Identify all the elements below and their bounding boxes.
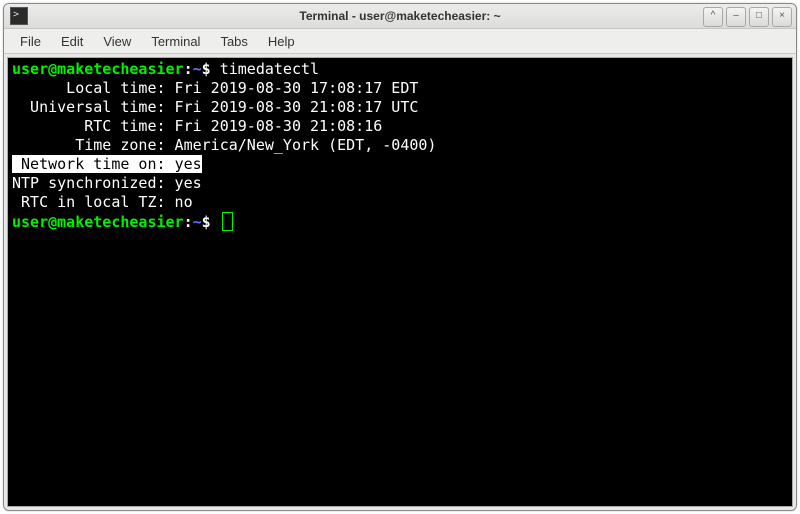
roll-up-button[interactable]: ^	[703, 7, 723, 27]
cursor	[222, 212, 233, 231]
prompt-userhost: user@maketecheasier	[12, 60, 184, 78]
terminal-window: Terminal - user@maketecheasier: ~ ^ – □ …	[3, 3, 797, 511]
window-controls: ^ – □ ×	[703, 7, 792, 27]
maximize-button[interactable]: □	[749, 7, 769, 27]
prompt-path: ~	[193, 60, 202, 78]
prompt-userhost-2: user@maketecheasier	[12, 213, 184, 231]
menu-view[interactable]: View	[93, 31, 141, 52]
minimize-button[interactable]: –	[726, 7, 746, 27]
output-universal-time: Universal time: Fri 2019-08-30 21:08:17 …	[12, 98, 418, 116]
menubar: File Edit View Terminal Tabs Help	[4, 29, 796, 54]
command-text: timedatectl	[211, 60, 319, 78]
window-title: Terminal - user@maketecheasier: ~	[4, 9, 796, 23]
output-timezone: Time zone: America/New_York (EDT, -0400)	[12, 136, 436, 154]
menu-help[interactable]: Help	[258, 31, 305, 52]
close-button[interactable]: ×	[772, 7, 792, 27]
menu-tabs[interactable]: Tabs	[210, 31, 257, 52]
menu-terminal[interactable]: Terminal	[141, 31, 210, 52]
titlebar[interactable]: Terminal - user@maketecheasier: ~ ^ – □ …	[4, 4, 796, 29]
output-ntp-sync: NTP synchronized: yes	[12, 174, 202, 192]
terminal-app-icon	[10, 7, 28, 25]
output-network-time-label: Network time on:	[12, 155, 175, 173]
menu-file[interactable]: File	[10, 31, 51, 52]
prompt-path-2: ~	[193, 213, 202, 231]
output-rtc-time: RTC time: Fri 2019-08-30 21:08:16	[12, 117, 382, 135]
prompt-symbol: $	[202, 60, 211, 78]
prompt-sep-2: :	[184, 213, 193, 231]
prompt-sep: :	[184, 60, 193, 78]
output-local-time: Local time: Fri 2019-08-30 17:08:17 EDT	[12, 79, 418, 97]
prompt-symbol-2: $	[202, 213, 211, 231]
output-network-time-value: yes	[175, 155, 202, 173]
output-rtc-local-tz: RTC in local TZ: no	[12, 193, 193, 211]
menu-edit[interactable]: Edit	[51, 31, 93, 52]
terminal-output-area[interactable]: user@maketecheasier:~$ timedatectl Local…	[7, 57, 793, 507]
